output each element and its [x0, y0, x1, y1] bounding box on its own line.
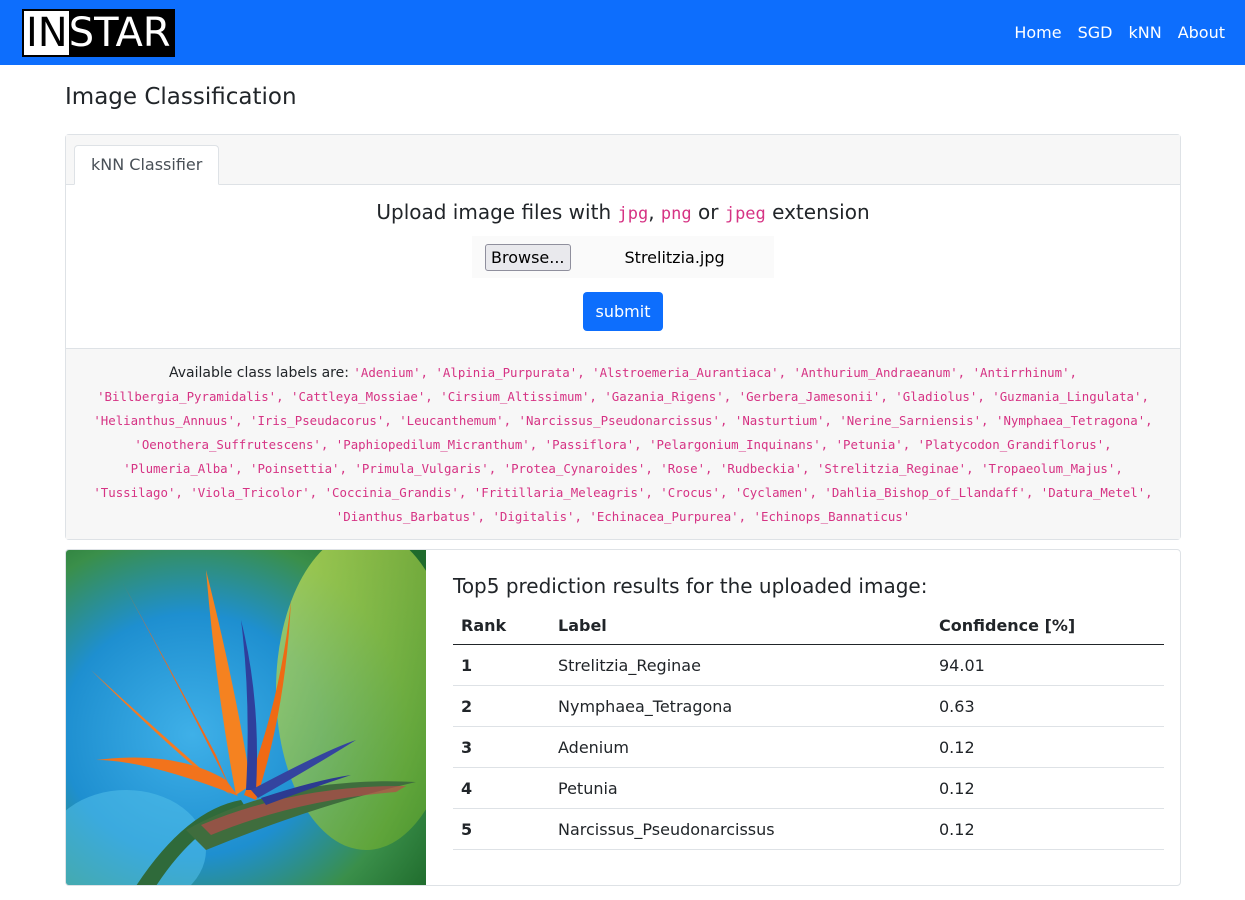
cell-rank: 1 — [453, 644, 550, 686]
cell-label: Adenium — [550, 726, 931, 768]
nav-about-link[interactable]: About — [1170, 15, 1233, 50]
nav-sgd-link[interactable]: SGD — [1070, 15, 1121, 50]
nav-links: Home SGD kNN About — [1006, 15, 1233, 50]
cell-label: Narcissus_Pseudonarcissus — [550, 808, 931, 850]
cell-confidence: 0.12 — [931, 808, 1164, 850]
logo-star: STAR — [68, 9, 173, 56]
brand-logo[interactable]: IN STAR — [22, 8, 175, 57]
cell-rank: 5 — [453, 808, 550, 850]
table-row: 3 Adenium 0.12 — [453, 726, 1164, 768]
class-labels-caption: Available class labels are: — [168, 365, 354, 381]
file-input[interactable]: Browse... Strelitzia.jpg — [472, 236, 774, 278]
header-label: Label — [550, 606, 931, 645]
result-card: Top5 prediction results for the uploaded… — [65, 549, 1181, 886]
header-rank: Rank — [453, 606, 550, 645]
tab-knn-classifier[interactable]: kNN Classifier — [74, 145, 220, 185]
navbar: IN STAR Home SGD kNN About — [0, 0, 1245, 65]
submit-button[interactable]: submit — [582, 292, 664, 331]
cell-confidence: 0.63 — [931, 685, 1164, 727]
page-title: Image Classification — [65, 84, 297, 110]
cell-label: Strelitzia_Reginae — [550, 644, 931, 686]
cell-label: Petunia — [550, 767, 931, 809]
results-title: Top5 prediction results for the uploaded… — [453, 574, 928, 598]
upload-form: Upload image files with jpg, png or jpeg… — [66, 185, 1180, 348]
nav-home-link[interactable]: Home — [1006, 15, 1069, 50]
selected-file-name: Strelitzia.jpg — [624, 247, 725, 267]
browse-button[interactable]: Browse... — [485, 243, 571, 271]
classifier-card: kNN Classifier Upload image files with j… — [65, 134, 1181, 540]
cell-rank: 3 — [453, 726, 550, 768]
prediction-results: Top5 prediction results for the uploaded… — [426, 550, 1180, 885]
logo-in: IN — [24, 9, 69, 56]
upload-title-suffix: extension — [765, 200, 870, 224]
class-labels-list: 'Adenium', 'Alpinia_Purpurata', 'Alstroe… — [93, 365, 1153, 524]
upload-title: Upload image files with jpg, png or jpeg… — [66, 200, 1180, 224]
table-header-row: Rank Label Confidence [%] — [453, 606, 1164, 645]
card-header: kNN Classifier — [66, 135, 1180, 185]
ext-separator: , — [648, 200, 661, 224]
uploaded-image — [66, 550, 426, 885]
results-table: Rank Label Confidence [%] 1 Strelitzia_R… — [453, 606, 1164, 850]
class-labels-footer: Available class labels are: 'Adenium', '… — [66, 348, 1180, 539]
table-row: 5 Narcissus_Pseudonarcissus 0.12 — [453, 808, 1164, 850]
cell-label: Nymphaea_Tetragona — [550, 685, 931, 727]
ext-png: png — [660, 204, 692, 224]
table-row: 4 Petunia 0.12 — [453, 767, 1164, 809]
table-row: 2 Nymphaea_Tetragona 0.63 — [453, 685, 1164, 727]
cell-confidence: 94.01 — [931, 644, 1164, 686]
cell-rank: 4 — [453, 767, 550, 809]
cell-confidence: 0.12 — [931, 726, 1164, 768]
cell-confidence: 0.12 — [931, 767, 1164, 809]
ext-jpg: jpg — [617, 204, 649, 224]
ext-separator: or — [691, 200, 725, 224]
header-confidence: Confidence [%] — [931, 606, 1164, 645]
cell-rank: 2 — [453, 685, 550, 727]
ext-jpeg: jpeg — [724, 204, 766, 224]
table-row: 1 Strelitzia_Reginae 94.01 — [453, 644, 1164, 686]
upload-title-prefix: Upload image files with — [376, 200, 618, 224]
nav-knn-link[interactable]: kNN — [1120, 15, 1169, 50]
main-container: Image Classification kNN Classifier Uplo… — [65, 65, 1181, 886]
